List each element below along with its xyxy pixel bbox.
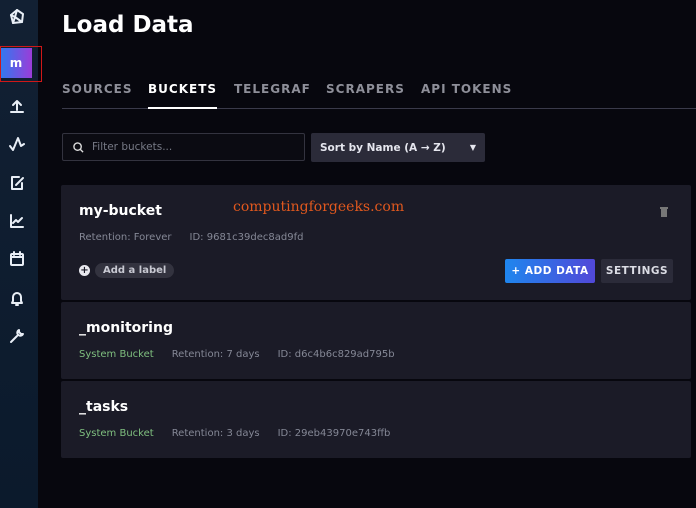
add-label-control[interactable]: + Add a label: [79, 263, 175, 278]
retention: Retention: 3 days: [171, 428, 260, 439]
upload-icon[interactable]: [8, 97, 26, 115]
tab-telegraf[interactable]: TELEGRAF: [234, 82, 311, 96]
system-bucket-badge: System Bucket: [79, 349, 154, 360]
trash-icon[interactable]: [658, 206, 670, 218]
retention: Retention: 7 days: [171, 349, 260, 360]
tab-bar: SOURCES BUCKETS TELEGRAF SCRAPERS API TO…: [62, 80, 696, 109]
sidebar: m: [0, 0, 42, 508]
add-data-button[interactable]: + ADD DATA: [505, 259, 595, 283]
bucket-card: _tasks System Bucket Retention: 3 days I…: [61, 381, 691, 458]
wrench-icon[interactable]: [8, 327, 26, 345]
influx-logo-icon[interactable]: [8, 8, 26, 26]
settings-button[interactable]: SETTINGS: [601, 259, 673, 283]
bell-icon[interactable]: [8, 289, 26, 307]
plus-icon[interactable]: +: [79, 265, 90, 276]
tab-scrapers[interactable]: SCRAPERS: [326, 82, 405, 96]
add-label-button[interactable]: Add a label: [95, 263, 175, 278]
caret-down-icon: ▼: [469, 143, 476, 152]
bucket-meta: System Bucket Retention: 7 days ID: d6c4…: [79, 349, 395, 360]
tab-sources[interactable]: SOURCES: [62, 82, 132, 96]
filter-buckets-input[interactable]: [92, 141, 282, 153]
bucket-card: _monitoring System Bucket Retention: 7 d…: [61, 302, 691, 379]
bucket-id: ID: 29eb43970e743ffb: [277, 428, 391, 439]
sort-selected: Sort by Name (A → Z): [320, 141, 446, 154]
bucket-name[interactable]: my-bucket: [79, 203, 162, 219]
retention: Retention: Forever: [79, 232, 172, 243]
bucket-name[interactable]: _tasks: [79, 399, 128, 415]
watermark: computingforgeeks.com: [233, 199, 405, 215]
notebook-edit-icon[interactable]: [8, 174, 26, 192]
tab-buckets[interactable]: BUCKETS: [148, 82, 218, 109]
dashboard-chart-icon[interactable]: [8, 212, 26, 230]
bucket-meta: System Bucket Retention: 3 days ID: 29eb…: [79, 428, 390, 439]
bucket-id: ID: d6c4b6c829ad795b: [277, 349, 395, 360]
bucket-id: ID: 9681c39dec8ad9fd: [189, 232, 304, 243]
system-bucket-badge: System Bucket: [79, 428, 154, 439]
calendar-icon[interactable]: [8, 250, 26, 268]
bucket-card: my-bucket computingforgeeks.com Retentio…: [61, 185, 691, 300]
data-explorer-icon[interactable]: [8, 135, 26, 153]
page-title: Load Data: [62, 12, 194, 38]
tab-api-tokens[interactable]: API TOKENS: [421, 82, 512, 96]
filter-buckets-field[interactable]: [62, 133, 305, 161]
bucket-name[interactable]: _monitoring: [79, 320, 173, 336]
bucket-meta: Retention: Forever ID: 9681c39dec8ad9fd: [79, 232, 303, 243]
search-icon: [73, 141, 84, 153]
sort-dropdown[interactable]: Sort by Name (A → Z) ▼: [311, 133, 485, 162]
highlight-box: [0, 46, 42, 82]
